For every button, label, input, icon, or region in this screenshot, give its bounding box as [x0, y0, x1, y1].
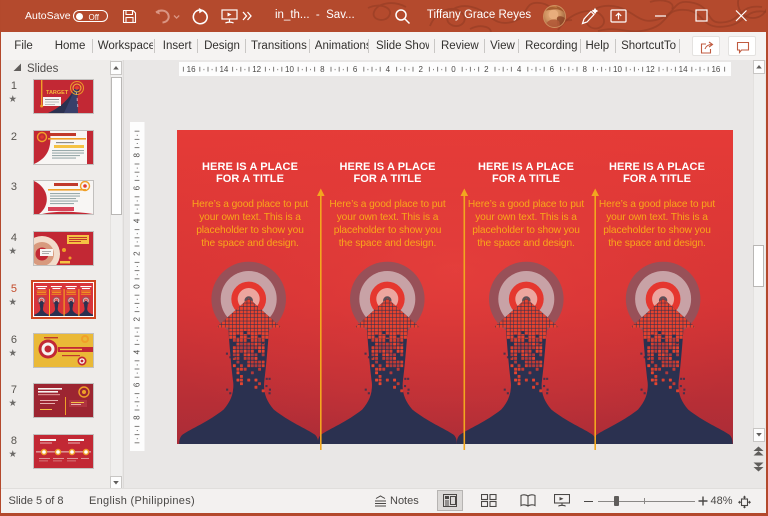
svg-text:12: 12 [252, 65, 261, 74]
svg-text:4: 4 [133, 349, 142, 354]
svg-text:Slides: Slides [27, 63, 59, 74]
svg-text:4: 4 [386, 65, 391, 74]
svg-text:16: 16 [711, 65, 720, 74]
svg-text:14: 14 [679, 65, 688, 74]
svg-text:10: 10 [285, 65, 294, 74]
svg-text:8: 8 [133, 415, 142, 420]
svg-text:8: 8 [133, 153, 142, 158]
svg-text:2: 2 [133, 317, 142, 322]
svg-text:10: 10 [613, 65, 622, 74]
svg-text:6: 6 [133, 382, 142, 387]
svg-text:6: 6 [353, 65, 358, 74]
svg-text:0: 0 [133, 284, 142, 289]
svg-text:8: 8 [582, 65, 587, 74]
svg-text:2: 2 [418, 65, 423, 74]
svg-text:0: 0 [451, 65, 456, 74]
svg-text:4: 4 [517, 65, 522, 74]
svg-text:TARGET: TARGET [46, 90, 69, 96]
svg-text:14: 14 [219, 65, 228, 74]
svg-text:6: 6 [133, 185, 142, 190]
svg-text:8: 8 [320, 65, 325, 74]
svg-text:12: 12 [646, 65, 655, 74]
svg-text:4: 4 [133, 218, 142, 223]
svg-text:16: 16 [187, 65, 196, 74]
svg-text:2: 2 [484, 65, 489, 74]
svg-text:6: 6 [550, 65, 555, 74]
svg-text:2: 2 [133, 251, 142, 256]
